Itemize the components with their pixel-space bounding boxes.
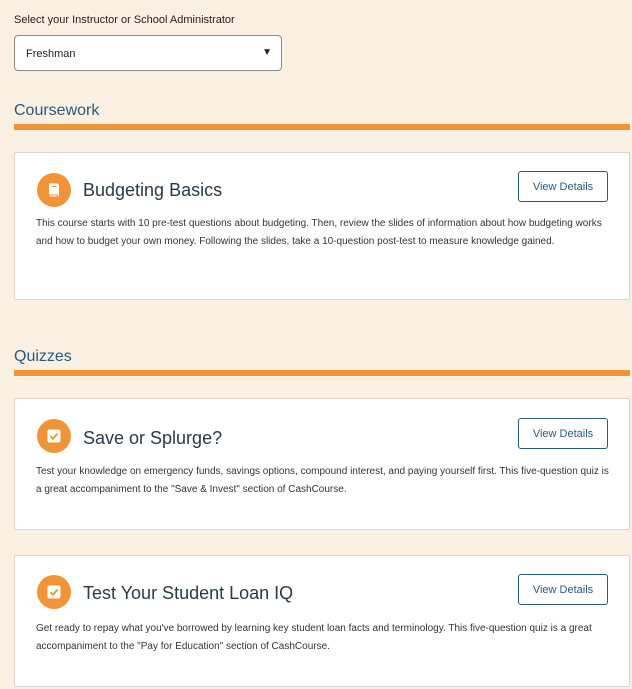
checkbox-icon	[37, 575, 71, 609]
course-card-budgeting-basics: Budgeting Basics View Details This cours…	[14, 152, 630, 300]
selected-value: Freshman	[26, 48, 76, 60]
quizzes-heading: Quizzes	[14, 348, 72, 365]
view-details-button[interactable]: View Details	[518, 171, 608, 202]
dropdown-arrow-icon: ▼	[262, 47, 272, 58]
coursework-heading: Coursework	[14, 102, 100, 119]
checkbox-icon	[37, 419, 71, 453]
selector-label: Select your Instructor or School Adminis…	[14, 14, 235, 26]
book-icon	[37, 173, 71, 207]
coursework-divider	[14, 124, 630, 130]
quizzes-divider	[14, 370, 630, 376]
view-details-button[interactable]: View Details	[518, 418, 608, 449]
card-title: Budgeting Basics	[83, 180, 223, 200]
card-title: Save or Splurge?	[83, 428, 223, 448]
instructor-select[interactable]: Freshman ▼	[14, 35, 282, 71]
card-title: Test Your Student Loan IQ	[83, 583, 294, 603]
quiz-card-save-or-splurge: Save or Splurge? View Details Test your …	[14, 398, 630, 530]
card-description: This course starts with 10 pre-test ques…	[36, 218, 602, 247]
card-description: Get ready to repay what you've borrowed …	[36, 623, 592, 652]
view-details-button[interactable]: View Details	[518, 574, 608, 605]
quiz-card-student-loan-iq: Test Your Student Loan IQ View Details G…	[14, 555, 630, 687]
card-description: Test your knowledge on emergency funds, …	[36, 466, 609, 495]
